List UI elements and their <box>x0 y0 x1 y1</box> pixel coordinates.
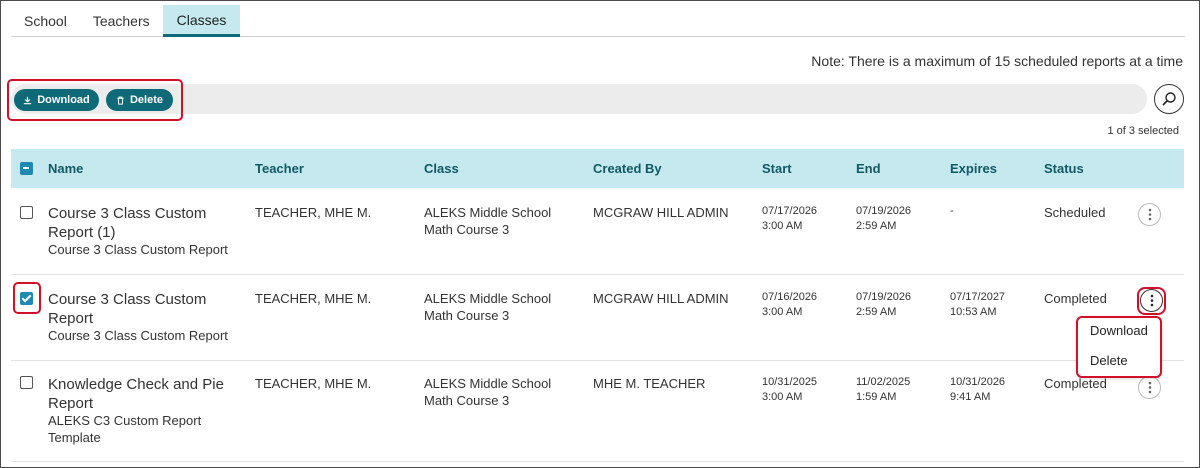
row-actions-menu: Download Delete <box>1076 316 1162 378</box>
expires-time: 10:53 AM <box>950 306 997 318</box>
row-divider <box>11 461 1184 462</box>
row-divider <box>11 274 1184 275</box>
expires-date: 07/17/2027 <box>950 291 1006 303</box>
class-cell: ALEKS Middle School Math Course 3 <box>424 376 552 408</box>
more-vertical-icon <box>1148 208 1151 221</box>
row-checkbox[interactable] <box>20 206 33 219</box>
created-by-cell: MCGRAW HILL ADMIN <box>593 205 729 220</box>
more-vertical-icon <box>1150 294 1153 307</box>
teacher-cell: TEACHER, MHE M. <box>255 291 372 306</box>
report-template: Course 3 Class Custom Report <box>48 242 228 257</box>
select-all-checkbox[interactable] <box>20 162 33 175</box>
status-cell: Scheduled <box>1044 205 1106 220</box>
column-header-start[interactable]: Start <box>762 161 792 176</box>
delete-button-label: Delete <box>129 94 164 106</box>
more-vertical-icon <box>1148 381 1151 394</box>
created-by-cell: MHE M. TEACHER <box>593 376 706 391</box>
row-checkbox[interactable] <box>20 292 33 305</box>
report-name[interactable]: Knowledge Check and Pie Report <box>48 375 228 413</box>
max-reports-note: Note: There is a maximum of 15 scheduled… <box>811 53 1183 69</box>
status-cell: Completed <box>1044 291 1107 306</box>
download-button-label: Download <box>37 94 90 106</box>
teacher-cell: TEACHER, MHE M. <box>255 205 372 220</box>
column-header-class[interactable]: Class <box>424 161 459 176</box>
end-time: 1:59 AM <box>856 391 897 403</box>
start-time: 3:00 AM <box>762 220 803 232</box>
end-time: 2:59 AM <box>856 306 897 318</box>
row-actions-button[interactable] <box>1138 203 1161 226</box>
search-button[interactable] <box>1154 84 1184 114</box>
column-header-teacher[interactable]: Teacher <box>255 161 304 176</box>
row-actions-button[interactable] <box>1138 376 1161 399</box>
start-date: 07/17/2026 <box>762 205 818 217</box>
expires-date: - <box>950 205 954 217</box>
start-time: 3:00 AM <box>762 306 803 318</box>
report-template: ALEKS C3 Custom Report Template <box>48 413 202 445</box>
menu-item-download[interactable]: Download <box>1090 323 1148 338</box>
search-icon <box>1162 92 1176 106</box>
end-date: 07/19/2026 <box>856 205 912 217</box>
column-header-expires[interactable]: Expires <box>950 161 997 176</box>
expires-date: 10/31/2026 <box>950 376 1006 388</box>
row-checkbox[interactable] <box>20 376 33 389</box>
column-header-name[interactable]: Name <box>48 161 83 176</box>
download-button[interactable]: Download <box>14 89 99 111</box>
end-time: 2:59 AM <box>856 220 897 232</box>
teacher-cell: TEACHER, MHE M. <box>255 376 372 391</box>
column-header-end[interactable]: End <box>856 161 881 176</box>
table-header: Name Teacher Class Created By Start End … <box>11 149 1184 188</box>
menu-item-delete[interactable]: Delete <box>1090 353 1128 368</box>
download-icon <box>24 96 32 104</box>
start-date: 07/16/2026 <box>762 291 818 303</box>
delete-button[interactable]: Delete <box>106 89 173 111</box>
end-date: 07/19/2026 <box>856 291 912 303</box>
start-date: 10/31/2025 <box>762 376 818 388</box>
tab-teachers[interactable]: Teachers <box>80 5 163 36</box>
class-cell: ALEKS Middle School Math Course 3 <box>424 205 552 237</box>
tab-bar: School Teachers Classes <box>11 5 1185 37</box>
created-by-cell: MCGRAW HILL ADMIN <box>593 291 729 306</box>
end-date: 11/02/2025 <box>856 376 911 388</box>
row-actions-button[interactable] <box>1140 289 1163 312</box>
trash-icon <box>117 96 124 105</box>
report-name[interactable]: Course 3 Class Custom Report (1) <box>48 204 228 242</box>
class-cell: ALEKS Middle School Math Course 3 <box>424 291 552 323</box>
start-time: 3:00 AM <box>762 391 803 403</box>
report-template: Course 3 Class Custom Report <box>48 328 228 343</box>
report-name[interactable]: Course 3 Class Custom Report <box>48 290 228 328</box>
expires-time: 9:41 AM <box>950 391 991 403</box>
column-header-status[interactable]: Status <box>1044 161 1084 176</box>
tab-classes[interactable]: Classes <box>162 5 241 37</box>
column-header-created-by[interactable]: Created By <box>593 161 662 176</box>
row-divider <box>11 360 1184 361</box>
selected-count: 1 of 3 selected <box>1107 125 1179 137</box>
tab-school[interactable]: School <box>11 5 80 36</box>
